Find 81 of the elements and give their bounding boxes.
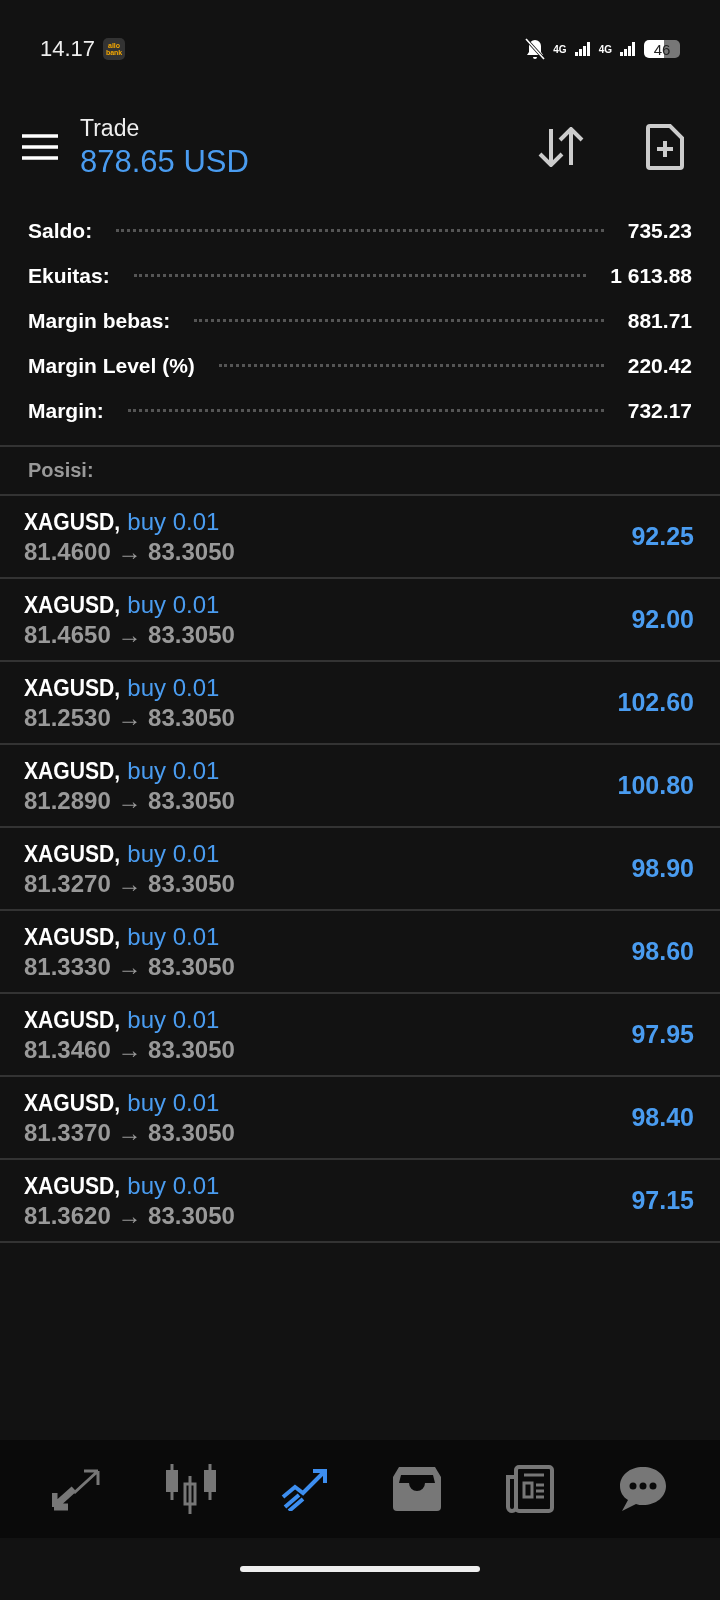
menu-icon[interactable] <box>22 134 58 160</box>
nav-tab[interactable] <box>504 1465 555 1513</box>
newspaper-icon <box>504 1465 555 1513</box>
sort-arrows-icon <box>538 127 584 167</box>
position-profit: 92.00 <box>631 605 694 634</box>
position-profit: 98.90 <box>631 854 694 883</box>
inbox-icon <box>392 1467 441 1511</box>
position-symbol: XAGUSD, <box>24 922 121 951</box>
position-prices: 81.4650 → 83.3050 <box>24 620 236 649</box>
summary-label: Saldo: <box>28 218 93 243</box>
position-row[interactable]: XAGUSD, buy 0.01 81.4600 → 83.3050 92.25 <box>0 496 720 579</box>
summary-value: 220.42 <box>627 353 692 378</box>
position-prices: 81.3270 → 83.3050 <box>24 869 236 898</box>
position-symbol: XAGUSD, <box>24 1088 121 1117</box>
position-prices: 81.2890 → 83.3050 <box>24 786 236 815</box>
position-prices: 81.3330 → 83.3050 <box>24 952 236 981</box>
position-side: buy 0.01 <box>127 756 220 785</box>
position-side: buy 0.01 <box>127 1088 220 1117</box>
position-row[interactable]: XAGUSD, buy 0.01 81.3620 → 83.3050 97.15 <box>0 1160 720 1243</box>
position-row[interactable]: XAGUSD, buy 0.01 81.3330 → 83.3050 98.60 <box>0 911 720 994</box>
new-order-button[interactable] <box>646 124 684 170</box>
position-row[interactable]: XAGUSD, buy 0.01 81.2890 → 83.3050 100.80 <box>0 745 720 828</box>
status-time: 14.17 <box>40 36 96 62</box>
position-prices: 81.4600 → 83.3050 <box>24 537 236 566</box>
summary-value: 881.71 <box>627 308 692 333</box>
nav-tab[interactable] <box>618 1465 669 1513</box>
position-profit: 100.80 <box>617 771 694 800</box>
nav-tab[interactable] <box>51 1467 102 1511</box>
candlestick-icon <box>165 1464 218 1514</box>
position-profit: 92.25 <box>631 522 694 551</box>
summary-value: 732.17 <box>627 398 692 423</box>
position-side: buy 0.01 <box>127 839 220 868</box>
position-side: buy 0.01 <box>127 1005 220 1034</box>
position-side: buy 0.01 <box>127 590 220 619</box>
position-profit: 98.40 <box>631 1103 694 1132</box>
balance-amount: 878.65 USD <box>80 143 250 180</box>
signal-icon <box>574 42 591 56</box>
position-row[interactable]: XAGUSD, buy 0.01 81.2530 → 83.3050 102.60 <box>0 662 720 745</box>
position-profit: 97.95 <box>631 1020 694 1049</box>
position-prices: 81.3460 → 83.3050 <box>24 1035 236 1064</box>
position-prices: 81.2530 → 83.3050 <box>24 703 236 732</box>
position-side: buy 0.01 <box>127 922 220 951</box>
position-symbol: XAGUSD, <box>24 756 121 785</box>
position-profit: 97.15 <box>631 1186 694 1215</box>
position-symbol: XAGUSD, <box>24 1171 121 1200</box>
position-symbol: XAGUSD, <box>24 590 121 619</box>
file-plus-icon <box>646 124 684 170</box>
position-side: buy 0.01 <box>127 1171 220 1200</box>
summary-label: Margin: <box>28 398 104 423</box>
summary-value: 735.23 <box>627 218 692 243</box>
diagonal-arrows-icon <box>51 1467 102 1511</box>
position-row[interactable]: XAGUSD, buy 0.01 81.3370 → 83.3050 98.40 <box>0 1077 720 1160</box>
position-symbol: XAGUSD, <box>24 1005 121 1034</box>
summary-value: 1 613.88 <box>610 263 692 288</box>
position-row[interactable]: XAGUSD, buy 0.01 81.3460 → 83.3050 97.95 <box>0 994 720 1077</box>
chat-icon <box>618 1465 669 1513</box>
position-row[interactable]: XAGUSD, buy 0.01 81.4650 → 83.3050 92.00 <box>0 579 720 662</box>
nav-tab[interactable] <box>392 1467 441 1511</box>
network-label: 4G <box>598 43 612 55</box>
position-side: buy 0.01 <box>127 507 220 536</box>
position-row[interactable]: XAGUSD, buy 0.01 81.3270 → 83.3050 98.90 <box>0 828 720 911</box>
trend-arrow-icon <box>281 1467 330 1511</box>
position-profit: 98.60 <box>631 937 694 966</box>
position-symbol: XAGUSD, <box>24 673 121 702</box>
position-prices: 81.3620 → 83.3050 <box>24 1201 236 1230</box>
nav-tab[interactable] <box>165 1464 218 1514</box>
network-label: 4G <box>553 43 567 55</box>
summary-label: Ekuitas: <box>28 263 110 288</box>
position-symbol: XAGUSD, <box>24 507 121 536</box>
sort-button[interactable] <box>538 127 584 167</box>
page-title: Trade <box>80 114 141 142</box>
position-symbol: XAGUSD, <box>24 839 121 868</box>
summary-label: Margin bebas: <box>28 308 171 333</box>
nav-tab[interactable] <box>281 1467 330 1511</box>
position-prices: 81.3370 → 83.3050 <box>24 1118 236 1147</box>
summary-label: Margin Level (%) <box>28 353 195 378</box>
section-title: Posisi: <box>0 447 720 496</box>
bell-off-icon <box>525 38 546 60</box>
position-profit: 102.60 <box>617 688 694 717</box>
signal-icon <box>620 42 636 56</box>
position-side: buy 0.01 <box>127 673 220 702</box>
